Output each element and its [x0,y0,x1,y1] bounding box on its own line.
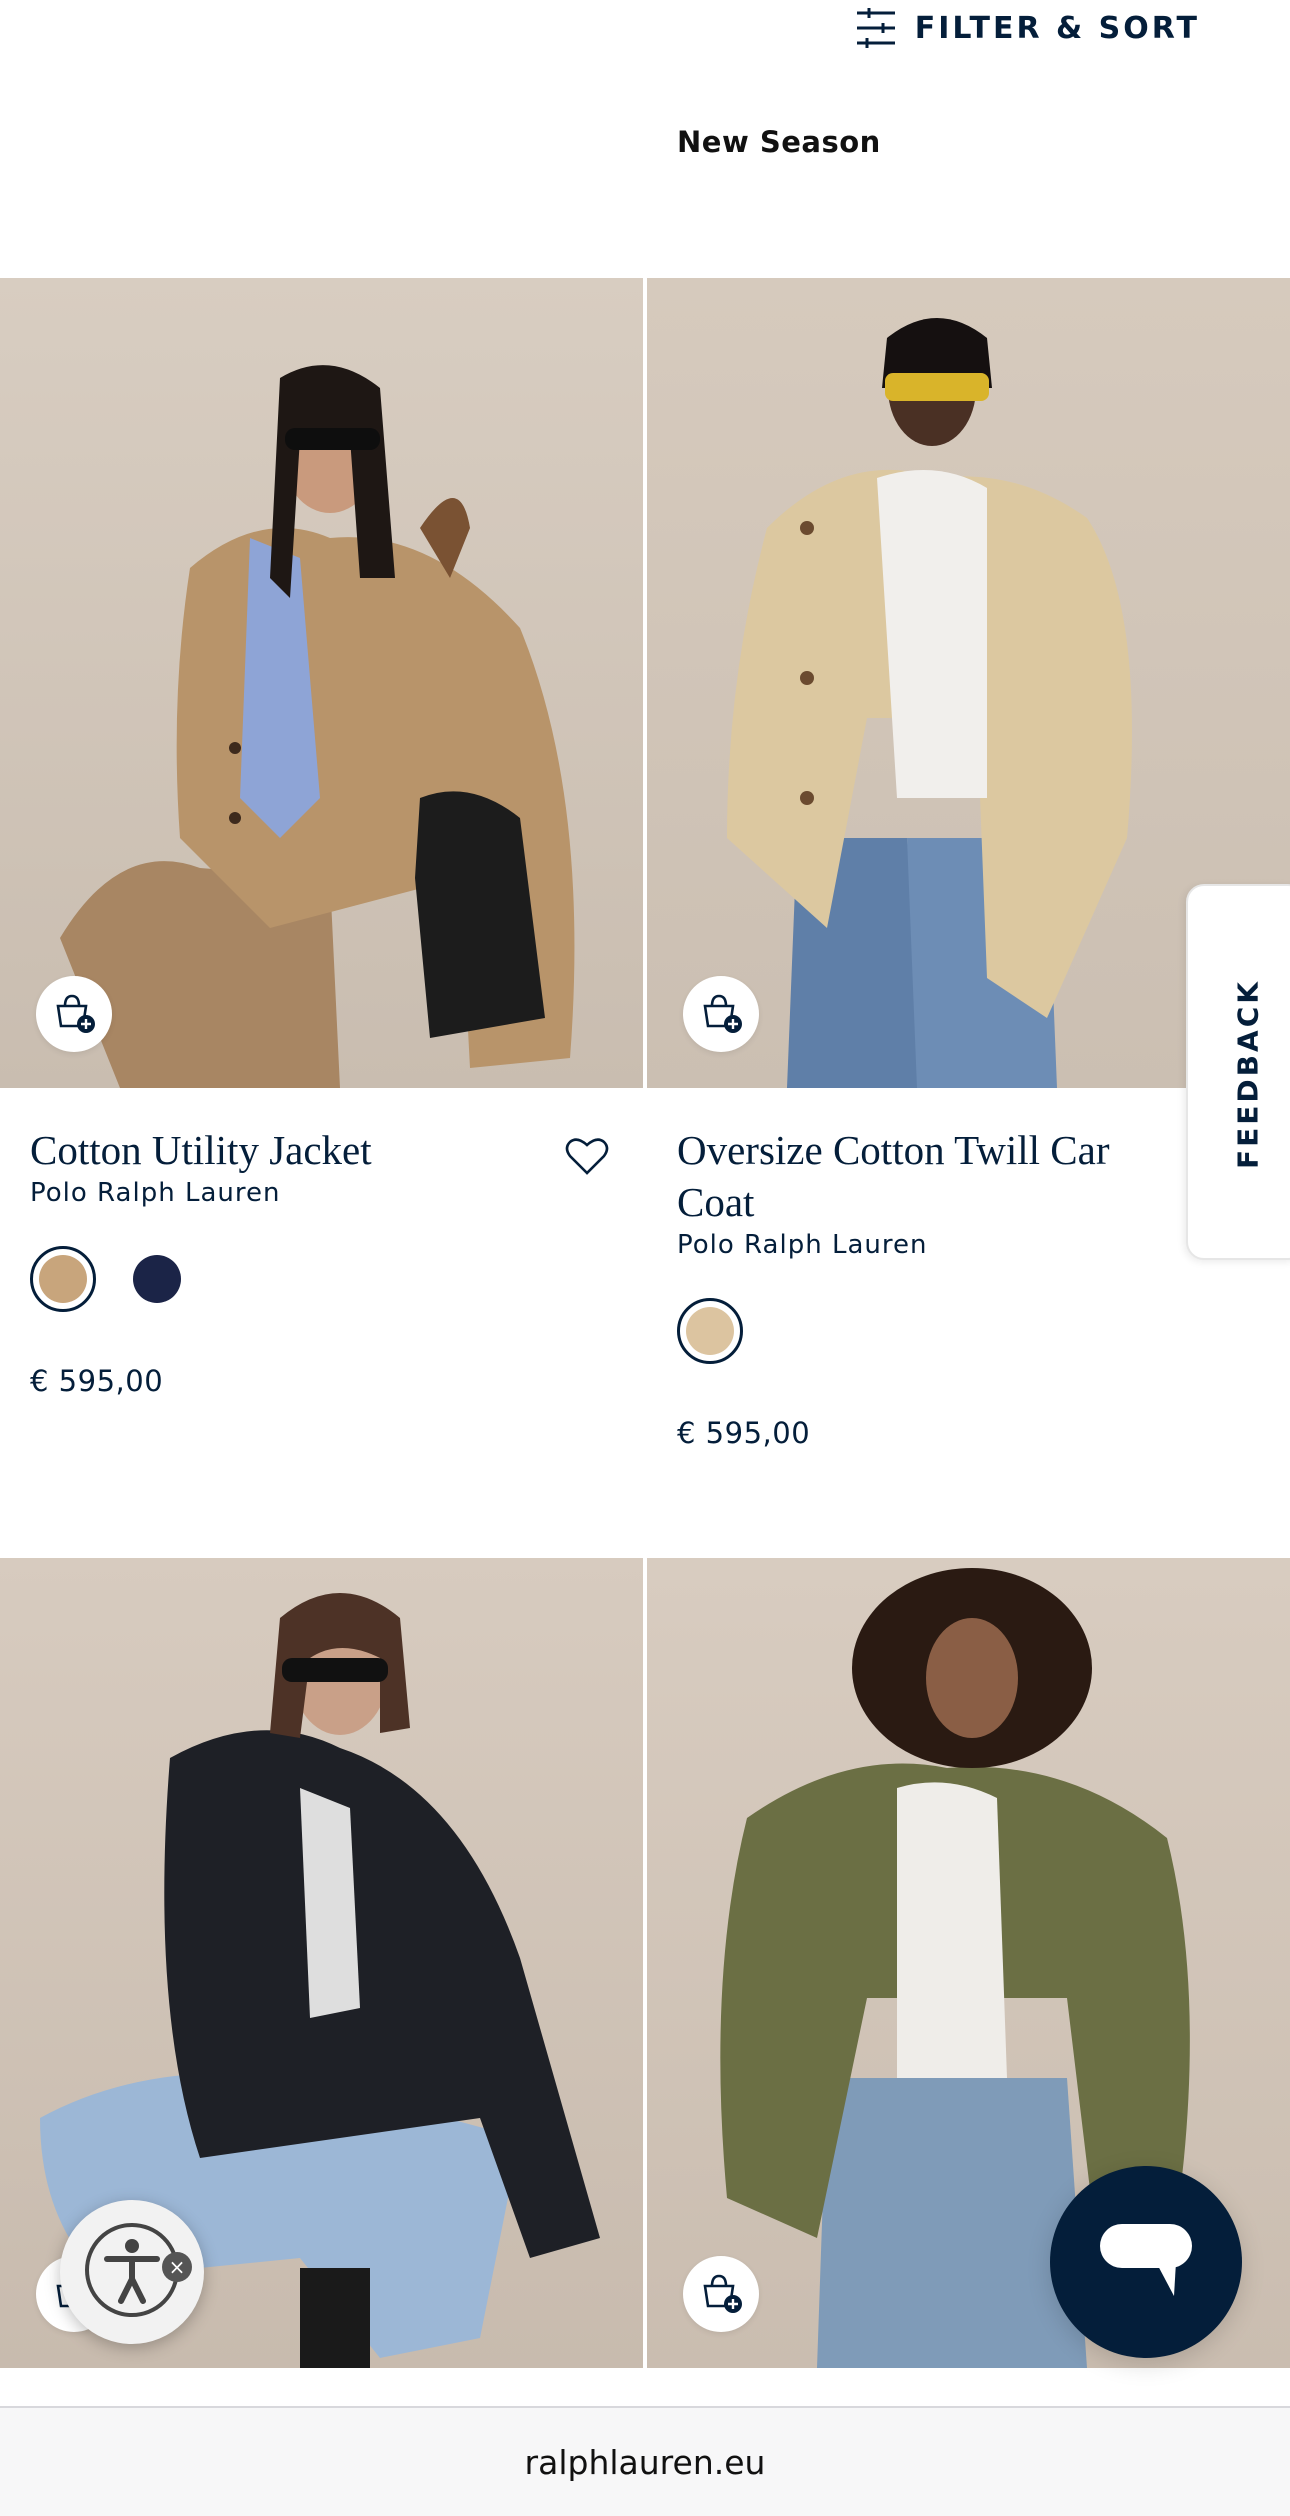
accessibility-button[interactable]: × [60,2200,204,2344]
product-price: € 595,00 [677,1416,811,1450]
filter-sort-button[interactable]: FILTER & SORT [855,0,1200,56]
feedback-label: FEEDBACK [1231,979,1265,1169]
collection-label: New Season [677,125,881,159]
product-name[interactable]: Cotton Utility Jacket [30,1124,530,1176]
accessibility-close-icon[interactable]: × [162,2252,192,2282]
quick-add-button[interactable] [683,2256,759,2332]
product-info: Cotton Utility Jacket Polo Ralph Lauren … [0,1088,643,1398]
color-swatch-selected[interactable] [677,1298,743,1364]
product-brand: Polo Ralph Lauren [677,1230,928,1260]
product-image[interactable] [0,278,643,1088]
chat-button[interactable] [1050,2166,1242,2358]
heart-icon[interactable] [565,1136,609,1181]
quick-add-button[interactable] [36,976,112,1052]
product-price: € 595,00 [30,1364,164,1398]
shopping-bag-plus-icon [699,2270,743,2319]
feedback-tab[interactable]: FEEDBACK [1186,884,1290,1260]
product-tile[interactable]: Oversize Cotton Twill Car Coat Polo Ralp… [647,278,1290,1450]
product-name[interactable]: Oversize Cotton Twill Car Coat [677,1124,1177,1228]
swatch-color [133,1255,181,1303]
url-text: ralphlauren.eu [524,2442,766,2482]
swatch-color [39,1255,87,1303]
product-tile[interactable]: Cotton Utility Jacket Polo Ralph Lauren … [0,278,643,1398]
quick-add-button[interactable] [683,976,759,1052]
color-swatches [30,1246,613,1312]
chat-bubble-icon [1098,2222,1194,2303]
color-swatch[interactable] [124,1246,190,1312]
filter-sort-label: FILTER & SORT [914,10,1200,46]
color-swatches [677,1298,1260,1364]
color-swatch-selected[interactable] [30,1246,96,1312]
shopping-bag-plus-icon [699,990,743,1039]
sliders-icon [855,7,897,49]
swatch-color [686,1307,734,1355]
product-brand: Polo Ralph Lauren [30,1178,281,1208]
browser-address-bar[interactable]: ralphlauren.eu [0,2406,1290,2516]
shopping-bag-plus-icon [52,990,96,1039]
